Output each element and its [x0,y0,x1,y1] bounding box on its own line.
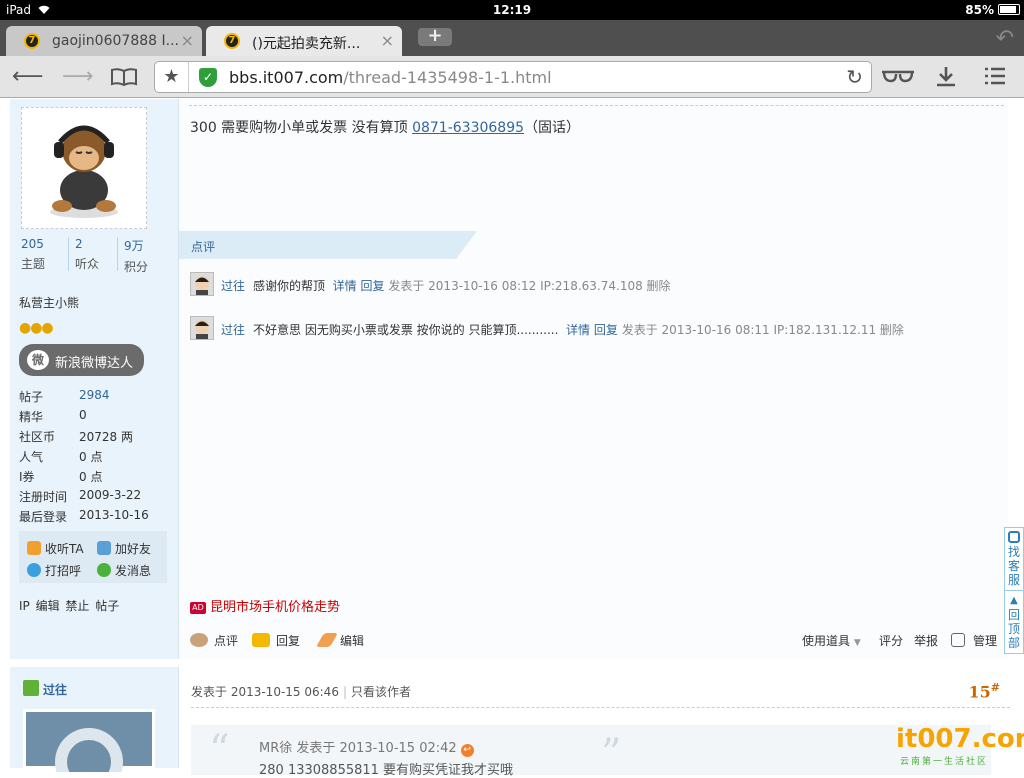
site-favicon-icon: 7 [224,33,240,49]
edit-button[interactable]: 编辑 [315,632,364,649]
chevron-down-icon: ▼ [853,638,861,648]
weibo-medal-badge[interactable]: 微 新浪微博达人 [19,344,144,376]
close-tab-icon[interactable]: × [381,31,394,50]
comment-meta: 发表于 2013-10-16 08:11 IP:182.131.12.11 删除 [621,323,904,337]
moderation-links[interactable]: IP 编辑 禁止 帖子 [19,597,119,614]
phone-link[interactable]: 0871-63306895 [412,120,524,136]
reply-bubble-icon [252,633,270,647]
back-icon[interactable]: ⟵ [12,64,44,89]
quote-author: MR徐 发表于 2013-10-15 02:42 ↩ [259,737,474,757]
hi-bubble-icon [27,563,41,577]
quote-open-icon: “ [209,727,230,773]
tab-title: ()元起拍卖充新... [252,36,361,52]
only-author-link[interactable]: 只看该作者 [351,685,411,699]
tab-bar: 7 gaojin0607888 I... × 7 ()元起拍卖充新... × [0,20,1024,56]
use-tools-dropdown[interactable]: 使用道具 ▼ [802,632,861,649]
comment-item: 过往 感谢你的帮顶 详情 回复 发表于 2013-10-16 08:12 IP:… [190,272,990,298]
ad-badge-icon: AD [190,602,206,614]
manage-checkbox[interactable]: 管理 [951,632,997,649]
stat-threads[interactable]: 205 主题 [21,237,67,272]
post-body: 发表于 2013-10-15 06:46 | 只看该作者 15# “ ” MR徐 发… [178,667,1014,778]
reload-icon[interactable]: ↻ [846,65,863,89]
site-logo: it007.com云南第一生活社区 [896,724,1024,767]
back-to-top-button[interactable]: ▲ 回顶部 [1005,591,1023,653]
message-icon [97,563,111,577]
comment-item: 过往 不好意思 因无购买小票或发票 按你说的 只能算顶........... 详… [190,316,990,342]
reply-button[interactable]: 回复 [252,632,300,649]
online-user-icon [23,680,39,696]
post-meta: 发表于 2013-10-15 06:46 | 只看该作者 [191,685,412,699]
pencil-icon [315,633,339,647]
site-favicon-icon: 7 [24,33,40,49]
clock: 12:19 [492,3,532,17]
checkbox-icon [951,633,965,647]
chat-icon [1008,531,1020,543]
star-icon[interactable]: ★ [155,62,189,92]
author-sidebar: 205 主题 2 听众 9万 积分 私营主小熊 ●●● 微 新浪微博达人 帖子 2984… [10,99,178,659]
side-float-widget: 找客服 ▲ 回顶部 [1004,527,1024,654]
secure-shield-icon: ✓ [199,68,217,87]
battery-percent: 85% [965,3,994,17]
commenter-avatar[interactable] [190,316,214,340]
detail-link[interactable]: 详情 [333,279,357,293]
add-user-icon [97,541,111,555]
rate-button[interactable]: 评分 [879,632,903,649]
rank-coins-icon: ●●● [19,320,54,336]
tab-auction[interactable]: 7 ()元起拍卖充新... × [206,26,402,56]
new-tab-button[interactable]: + [418,27,452,46]
ad-link[interactable]: AD 昆明市场手机价格走势 [190,596,340,615]
undo-icon[interactable]: ↶ [996,26,1014,51]
coffee-cup-icon [190,633,208,647]
comment-button[interactable]: 点评 [190,632,238,649]
stat-followers[interactable]: 2 听众 [75,237,121,272]
reply-link[interactable]: 回复 [361,279,385,293]
send-message-button[interactable]: 发消息 [97,562,151,579]
address-bar[interactable]: ★ ✓ bbs.it007.com/thread-1435498-1-1.htm… [154,61,872,93]
forward-icon[interactable]: ⟶ [62,64,94,89]
author-sidebar: 过往 [10,667,178,778]
greet-button[interactable]: 打招呼 [27,562,81,579]
avatar[interactable] [21,107,147,229]
author-name[interactable]: 过往 [43,681,67,698]
url-text[interactable]: bbs.it007.com/thread-1435498-1-1.html [229,68,552,87]
add-friend-button[interactable]: 加好友 [97,540,151,557]
weibo-icon: 微 [27,350,49,370]
home-icon [27,541,41,555]
user-title: 私营主小熊 [19,296,80,310]
post-body: 300 需要购物小单或发票 没有算顶 0871-63306895（固话） 点评 … [178,99,1008,659]
download-icon[interactable] [934,65,958,89]
monkey-avatar-image [50,125,118,218]
detail-link[interactable]: 详情 [566,323,590,337]
quote-text: 280 13308855811 要有购买凭证我才买哦 [259,763,514,778]
author-actions: 收听TA 加好友 打招呼 发消息 [19,531,167,583]
ios-status-bar: iPad 12:19 85% [0,0,1024,20]
forum-page: 205 主题 2 听众 9万 积分 私营主小熊 ●●● 微 新浪微博达人 帖子 2984… [0,99,1024,778]
quote-close-icon: ” [601,731,622,777]
avatar[interactable] [23,709,155,778]
commenter-name[interactable]: 过往 [221,321,245,338]
post-floor-15: 过往 发表于 2013-10-15 06:46 | 只看该作者 15# “ ” MR… [10,667,1014,778]
comment-meta: 发表于 2013-10-16 08:12 IP:218.63.74.108 删除 [388,279,671,293]
commenter-name[interactable]: 过往 [221,277,245,294]
arrow-up-icon: ▲ [1010,595,1018,606]
menu-icon[interactable] [984,67,1006,85]
close-tab-icon[interactable]: × [181,31,194,50]
reply-link[interactable]: 回复 [594,323,618,337]
comment-header: 点评 [179,231,477,259]
floor-number: 15# [968,681,1000,702]
report-button[interactable]: 举报 [914,632,938,649]
post-message: 300 需要购物小单或发票 没有算顶 0871-63306895（固话） [190,120,581,136]
commenter-avatar[interactable] [190,272,214,296]
tab-gaojin[interactable]: 7 gaojin0607888 I... × [6,26,202,56]
browser-toolbar: ⟵ ⟶ ★ ✓ bbs.it007.com/thread-1435498-1-1… [0,56,1024,98]
tab-title: gaojin0607888 I... [52,33,179,49]
customer-service-button[interactable]: 找客服 [1005,528,1023,590]
bookmarks-icon[interactable] [110,67,138,87]
jump-arrow-icon[interactable]: ↩ [460,744,474,757]
follow-button[interactable]: 收听TA [27,540,84,557]
battery-icon [998,4,1020,15]
reading-glasses-icon[interactable] [880,68,916,84]
stat-points[interactable]: 9万 积分 [124,237,170,275]
